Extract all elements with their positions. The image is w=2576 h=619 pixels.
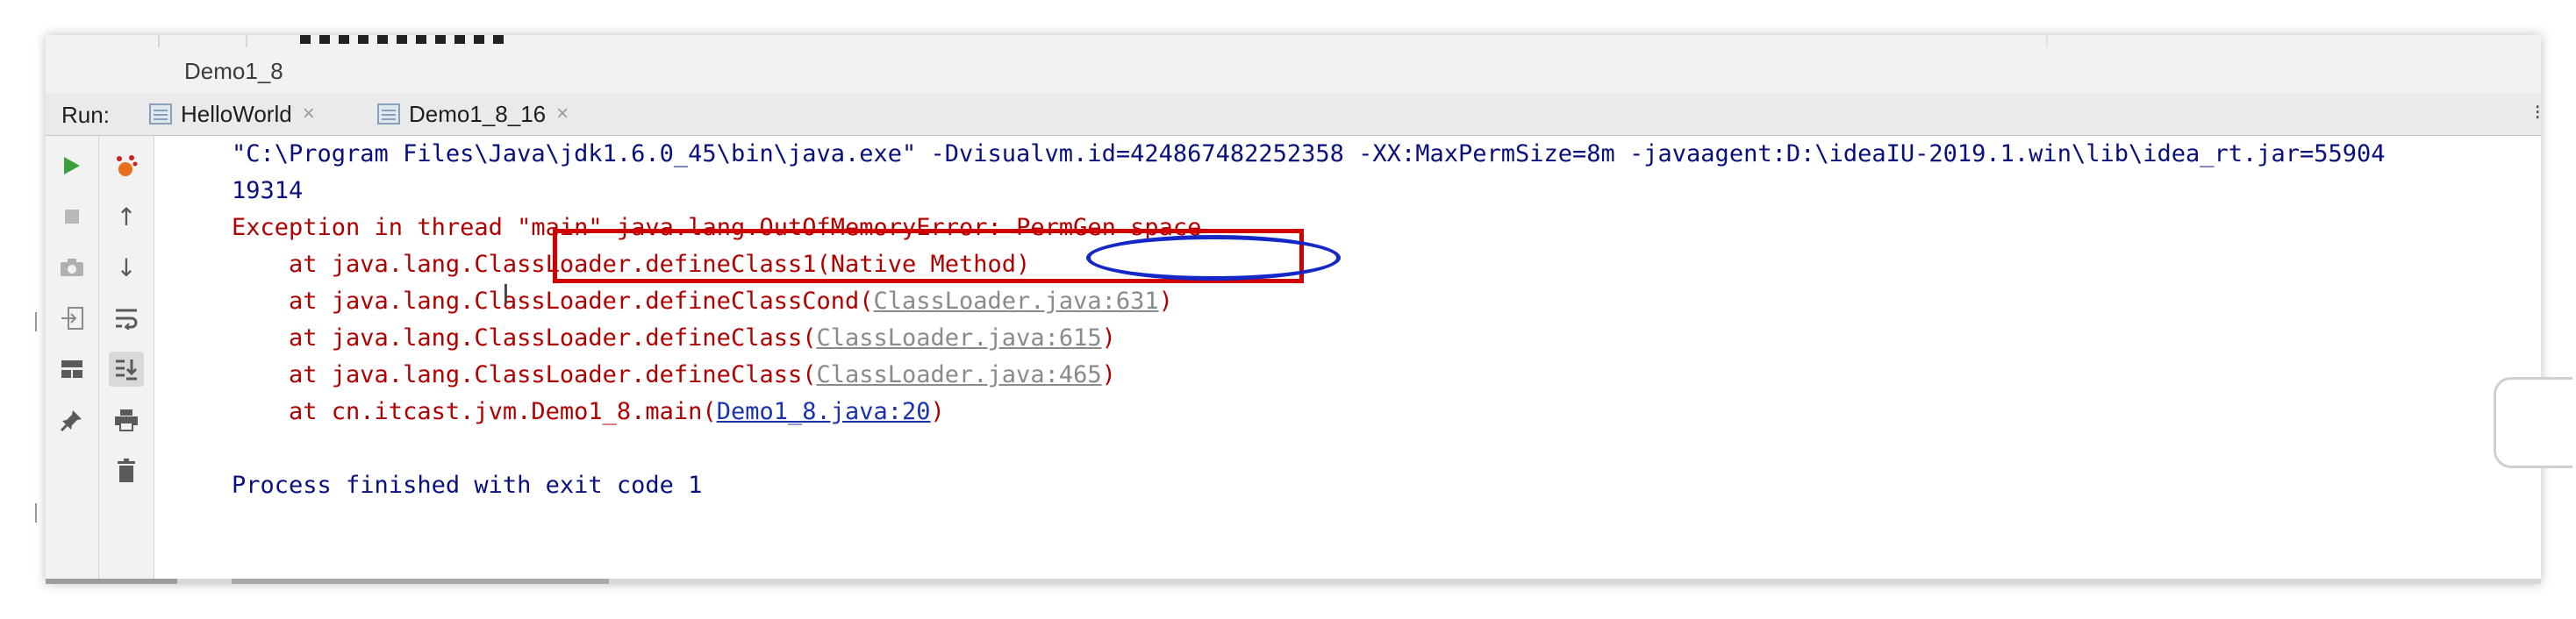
cropped-editor-text: [300, 35, 511, 44]
stack-frame-text: at java.lang.ClassLoader.defineClass(: [232, 324, 817, 352]
console-output[interactable]: "C:\Program Files\Java\jdk1.6.0_45\bin\j…: [154, 136, 2541, 579]
stack-frame-text: at java.lang.ClassLoader.defineClassCond…: [232, 288, 874, 315]
console-tab-icon: [377, 103, 400, 125]
tab-demo1-8-16[interactable]: Demo1_8_16 ×: [377, 93, 569, 135]
ide-window: Demo1_8 Run: HelloWorld × Demo1_8_16 × ⁝: [46, 35, 2541, 584]
title-bar: Demo1_8: [46, 47, 2541, 94]
pin-icon[interactable]: [54, 402, 89, 438]
print-icon[interactable]: [109, 402, 144, 438]
divider: [2046, 35, 2048, 47]
status-strip: [46, 579, 177, 584]
tab-label: HelloWorld: [181, 100, 292, 127]
stack-frame-text: at java.lang.ClassLoader.defineClass(: [232, 361, 817, 388]
console-tab-icon: [149, 103, 172, 125]
stack-frame-text: ): [1158, 288, 1173, 315]
edge-marker: [35, 503, 37, 523]
divider: [246, 35, 247, 47]
settings-icon[interactable]: ⁝: [2534, 100, 2541, 125]
stack-frame-text: at cn.itcast.jvm.Demo1_8.main(: [232, 398, 717, 425]
editor-remnant-strip: [46, 35, 2541, 47]
stack-frame: at cn.itcast.jvm.Demo1_8.main(Demo1_8.ja…: [232, 394, 945, 430]
run-label: Run:: [61, 102, 110, 128]
stack-frame: at java.lang.ClassLoader.defineClassCond…: [232, 283, 1173, 320]
highlight-ellipse: [1086, 235, 1341, 281]
run-icon[interactable]: [54, 148, 89, 183]
exit-message: Process finished with exit code 1: [232, 472, 703, 499]
close-icon[interactable]: ×: [303, 102, 315, 126]
layout-icon[interactable]: [54, 352, 89, 387]
window-title: Demo1_8: [184, 58, 283, 84]
source-link[interactable]: ClassLoader.java:631: [874, 288, 1159, 315]
run-tab-bar: Run: HelloWorld × Demo1_8_16 × ⁝: [46, 93, 2541, 136]
stack-frame-text: ): [1101, 361, 1116, 388]
divider: [158, 35, 160, 47]
text-cursor-icon: I: [502, 280, 510, 310]
stack-frame-text: ): [1101, 324, 1116, 352]
stack-frame: at java.lang.ClassLoader.defineClass(Cla…: [232, 357, 1116, 394]
soft-wrap-icon[interactable]: [109, 301, 144, 336]
source-link[interactable]: Demo1_8.java:20: [717, 398, 931, 425]
stop-icon[interactable]: [54, 199, 89, 234]
source-link[interactable]: ClassLoader.java:465: [816, 361, 1101, 388]
horizontal-scrollbar[interactable]: [154, 579, 2541, 584]
floating-side-widget[interactable]: [2494, 377, 2572, 468]
command-line-text: "C:\Program Files\Java\jdk1.6.0_45\bin\j…: [232, 140, 2386, 167]
tab-label: Demo1_8_16: [409, 100, 547, 127]
trash-icon[interactable]: [109, 453, 144, 488]
stack-frame: at java.lang.ClassLoader.defineClass(Cla…: [232, 320, 1116, 357]
close-icon[interactable]: ×: [556, 102, 569, 126]
login-icon[interactable]: [54, 301, 89, 336]
arrow-down-icon[interactable]: ↓: [109, 250, 144, 285]
edge-marker: [35, 312, 37, 331]
debug-icon[interactable]: [109, 148, 144, 183]
arrow-up-icon[interactable]: ↑: [109, 199, 144, 234]
stack-frame-text: ): [930, 398, 945, 425]
run-toolbar-secondary: ↑ ↓: [99, 136, 154, 584]
camera-icon[interactable]: [54, 250, 89, 285]
source-link[interactable]: ClassLoader.java:615: [816, 324, 1101, 352]
scrollbar-thumb[interactable]: [232, 579, 609, 584]
program-output-text: 19314: [232, 177, 304, 204]
run-toolbar-primary: [46, 136, 99, 584]
scroll-to-end-icon[interactable]: [109, 352, 144, 387]
tab-helloworld[interactable]: HelloWorld ×: [149, 93, 315, 135]
